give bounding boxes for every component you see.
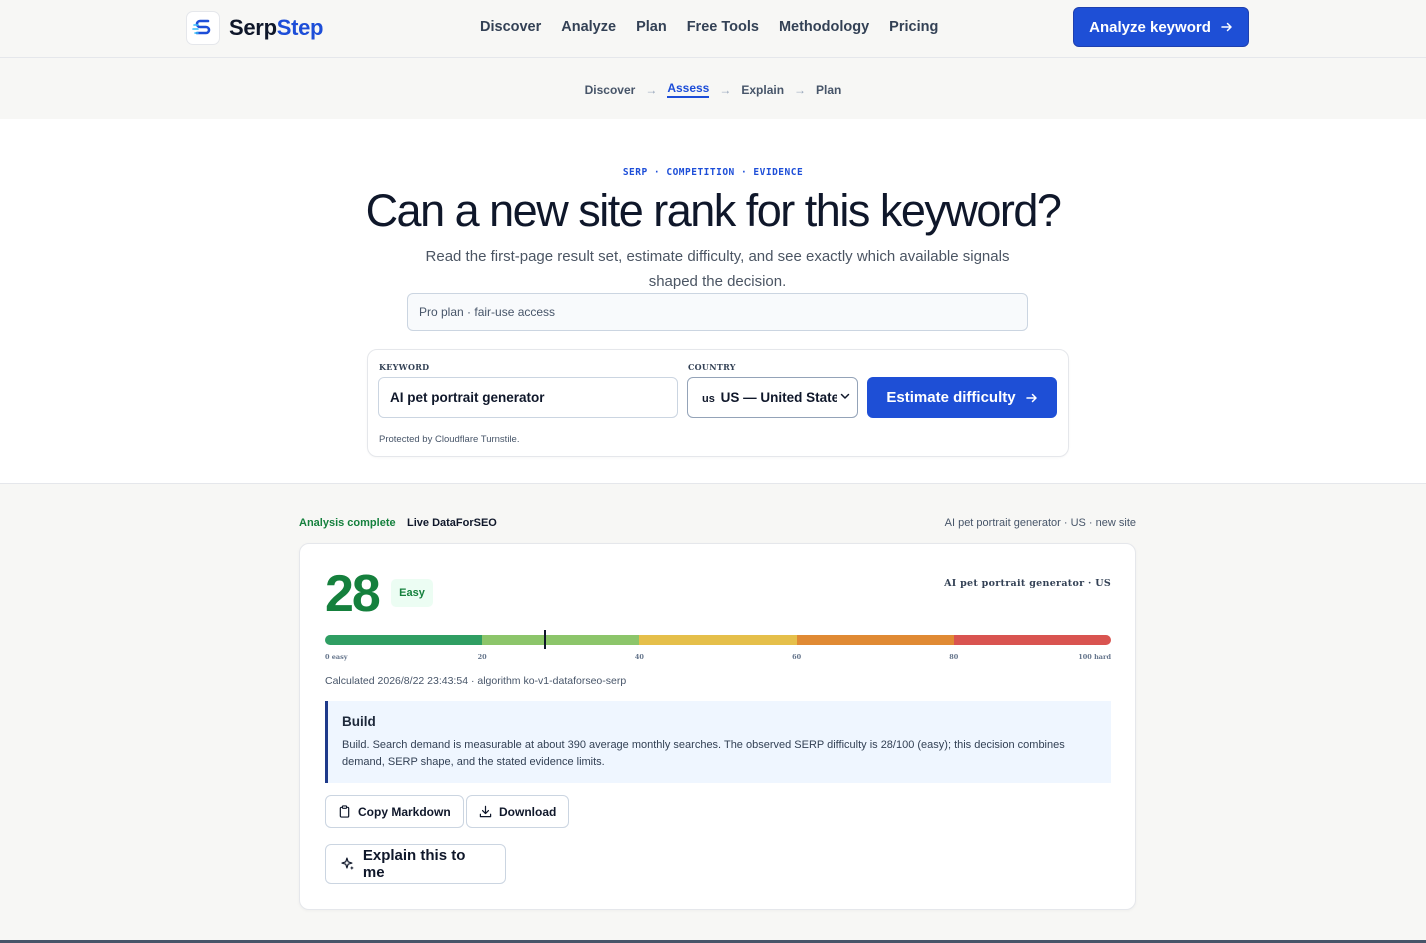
copy-markdown-button[interactable]: Copy Markdown (325, 795, 464, 828)
workflow-stepper: Discover → Assess → Explain → Plan (0, 58, 1426, 119)
step-arrow: → (794, 82, 807, 97)
scale-segment-0 (325, 635, 483, 645)
step-explain[interactable]: Explain (741, 83, 784, 97)
nav-pricing[interactable]: Pricing (889, 19, 938, 35)
analysis-status-row: Analysis complete Live DataForSEO AI pet… (299, 517, 1136, 533)
scale-tick: 20 (477, 653, 487, 661)
calculation-timestamp: Calculated 2026/8/22 23:43:54 · algorith… (325, 675, 627, 687)
scale-tick: 40 (634, 653, 644, 661)
scale-segment-2 (639, 635, 797, 645)
hero-section: SERP · COMPETITION · EVIDENCE Can a new … (0, 119, 1426, 484)
brand-name: SerpStep (229, 15, 324, 40)
difficulty-result-card: 28 Easy AI pet portrait generator · US 0… (299, 543, 1136, 910)
brand-logo[interactable]: SerpStep (186, 11, 324, 45)
scale-tick: 60 (792, 653, 802, 661)
chevron-down-icon (837, 389, 851, 403)
arrow-right-icon (1221, 22, 1232, 32)
scale-segment-3 (796, 635, 954, 645)
step-plan[interactable]: Plan (816, 83, 841, 97)
country-flag-code: us (702, 393, 715, 405)
analysis-context: AI pet portrait generator · US · new sit… (944, 517, 1136, 529)
plan-notice: Pro plan · fair-use access (407, 293, 1028, 331)
nav-free-tools[interactable]: Free Tools (687, 19, 759, 35)
download-button[interactable]: Download (466, 795, 570, 828)
analysis-status: Analysis complete (299, 517, 396, 529)
scale-segment-1 (482, 635, 640, 645)
turnstile-note: Protected by Cloudflare Turnstile. (379, 434, 520, 445)
scale-tick: 0 easy (325, 653, 348, 661)
top-navigation-bar: SerpStep Discover Analyze Plan Free Tool… (0, 0, 1426, 58)
verdict-title: Build (342, 714, 376, 729)
difficulty-scale-bar (325, 635, 1111, 645)
analyze-keyword-label: Analyze keyword (1089, 18, 1211, 36)
scale-tick: 100 hard (1078, 653, 1111, 661)
country-label: COUNTRY (688, 362, 736, 372)
keyword-form: KEYWORD AI pet portrait generator COUNTR… (367, 349, 1069, 457)
verdict-text: Build. Search demand is measurable at ab… (342, 739, 1065, 768)
step-assess[interactable]: Assess (667, 81, 710, 98)
step-arrow: → (645, 82, 658, 97)
nav-discover[interactable]: Discover (480, 19, 541, 35)
hero-eyebrow: SERP · COMPETITION · EVIDENCE (622, 167, 804, 178)
scale-tick: 80 (949, 653, 959, 661)
verdict-callout: Build Build. Search demand is measurable… (325, 701, 1111, 783)
sparkle-icon (341, 857, 354, 870)
result-keyword-meta: AI pet portrait generator · US (944, 578, 1111, 589)
analyze-keyword-button[interactable]: Analyze keyword (1073, 7, 1249, 47)
arrow-right-icon (1025, 393, 1037, 402)
page-title: Can a new site rank for this keyword? (365, 185, 1062, 236)
main-nav: Discover Analyze Plan Free Tools Methodo… (480, 19, 958, 35)
download-label: Download (499, 804, 557, 819)
difficulty-marker (544, 630, 547, 649)
step-arrow: → (719, 82, 732, 97)
difficulty-scale-ticks: 0 easy 20 40 60 80 100 hard (325, 653, 1111, 663)
clipboard-icon (339, 805, 350, 818)
country-select[interactable]: us US — United States (687, 377, 858, 418)
download-icon (479, 805, 492, 818)
estimate-difficulty-label: Estimate difficulty (886, 389, 1016, 406)
nav-plan[interactable]: Plan (636, 19, 667, 35)
country-value: US — United States (720, 390, 847, 405)
explain-this-button[interactable]: Explain this to me (325, 844, 506, 884)
explain-this-label: Explain this to me (362, 847, 466, 881)
data-source-badge: Live DataForSEO (407, 517, 497, 529)
serpstep-logo-icon (186, 11, 220, 45)
nav-analyze[interactable]: Analyze (561, 19, 616, 35)
hero-subtitle: Read the first-page result set, estimate… (425, 248, 1010, 290)
keyword-input[interactable]: AI pet portrait generator (378, 377, 678, 418)
estimate-difficulty-button[interactable]: Estimate difficulty (867, 377, 1057, 418)
difficulty-score: 28 (325, 565, 381, 623)
step-discover[interactable]: Discover (585, 83, 636, 97)
difficulty-level-badge: Easy (391, 579, 433, 607)
copy-markdown-label: Copy Markdown (358, 804, 451, 819)
keyword-label: KEYWORD (379, 362, 430, 372)
scale-segment-4 (953, 635, 1111, 645)
nav-methodology[interactable]: Methodology (779, 19, 869, 35)
